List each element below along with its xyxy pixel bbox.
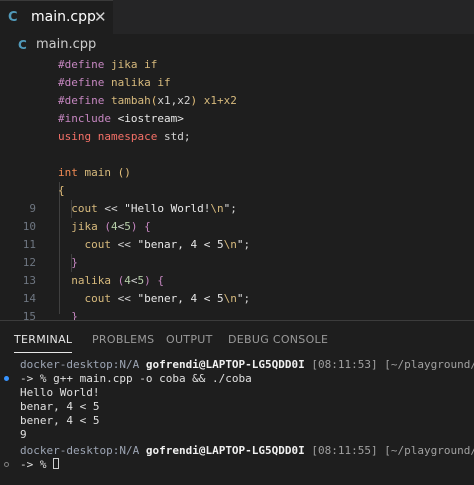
line-number: 10: [22, 220, 36, 233]
active-tab-indicator: [14, 352, 72, 353]
tab-problems[interactable]: PROBLEMS: [92, 333, 154, 346]
output-line: 9: [20, 428, 27, 441]
code-editor[interactable]: #define jika if #define nalika if #defin…: [0, 56, 474, 320]
code-line[interactable]: #define jika if: [0, 56, 474, 74]
code-line[interactable]: 14 cout << "bener, 4 < 5\n";: [0, 290, 474, 308]
tab-main-cpp[interactable]: C main.cpp ✕: [0, 0, 113, 34]
tab-terminal[interactable]: TERMINAL: [14, 333, 72, 346]
code-line[interactable]: #define tambah(x1,x2) x1+x2: [0, 92, 474, 110]
code-line[interactable]: {: [0, 182, 474, 200]
tab-debug-console[interactable]: DEBUG CONSOLE: [228, 333, 328, 346]
breadcrumb-file[interactable]: main.cpp: [36, 37, 96, 52]
line-number: 9: [29, 202, 36, 215]
output-line: Hello World!: [20, 386, 100, 399]
code-line[interactable]: 11 cout << "benar, 4 < 5\n";: [0, 236, 474, 254]
code-line[interactable]: 15 }: [0, 308, 474, 320]
code-text: cout << "benar, 4 < 5\n";: [84, 238, 251, 251]
code-line[interactable]: 9 cout << "Hello World!\n";: [0, 200, 474, 218]
code-line[interactable]: #define nalika if: [0, 74, 474, 92]
vscode-window: C main.cpp ✕ C main.cpp #define jika if …: [0, 0, 474, 485]
code-text: #define jika if: [58, 58, 158, 71]
code-text: int main (): [58, 166, 131, 179]
line-number: 11: [22, 238, 36, 251]
code-line[interactable]: #include <iostream>: [0, 110, 474, 128]
code-line[interactable]: 10 jika (4<5) {: [0, 218, 474, 236]
input-line[interactable]: -> %: [20, 458, 60, 472]
command-line: -> % g++ main.cpp -o coba && ./coba: [20, 372, 252, 385]
code-text: cout << "Hello World!\n";: [71, 202, 237, 215]
code-line[interactable]: 13 nalika (4<5) {: [0, 272, 474, 290]
code-text: #define tambah(x1,x2) x1+x2: [58, 94, 237, 107]
code-line[interactable]: using namespace std;: [0, 128, 474, 146]
code-text: #define nalika if: [58, 76, 171, 89]
tab-bar: C main.cpp ✕: [0, 0, 474, 34]
code-text: nalika (4<5) {: [71, 274, 164, 287]
code-line[interactable]: 12 }: [0, 254, 474, 272]
code-text: cout << "bener, 4 < 5\n";: [84, 292, 251, 305]
code-text: using namespace std;: [58, 130, 191, 143]
c-lang-icon: C: [8, 10, 18, 25]
line-number: 13: [22, 274, 36, 287]
c-lang-icon: C: [18, 38, 27, 52]
code-text: #include <iostream>: [58, 112, 184, 125]
command-status-dot[interactable]: [4, 376, 9, 381]
terminal-cursor: [53, 458, 60, 469]
output-line: benar, 4 < 5: [20, 400, 100, 413]
line-number: 15: [22, 310, 36, 320]
code-text: }: [71, 256, 78, 269]
code-line[interactable]: [0, 146, 474, 164]
close-icon[interactable]: ✕: [94, 8, 107, 26]
tab-output[interactable]: OUTPUT: [166, 333, 213, 346]
prompt-line: docker-desktop:N/A gofrendi@LAPTOP-LG5QD…: [20, 444, 474, 457]
line-number: 14: [22, 292, 36, 305]
prompt-line: docker-desktop:N/A gofrendi@LAPTOP-LG5QD…: [20, 358, 474, 371]
code-text: {: [58, 184, 65, 197]
code-line[interactable]: int main (): [0, 164, 474, 182]
line-number: 12: [22, 256, 36, 269]
bottom-panel: TERMINAL PROBLEMS OUTPUT DEBUG CONSOLE d…: [0, 320, 474, 485]
tab-label: main.cpp: [31, 9, 96, 25]
command-status-dot[interactable]: [4, 462, 9, 467]
code-text: }: [71, 310, 78, 320]
code-text: jika (4<5) {: [71, 220, 151, 233]
output-line: bener, 4 < 5: [20, 414, 100, 427]
